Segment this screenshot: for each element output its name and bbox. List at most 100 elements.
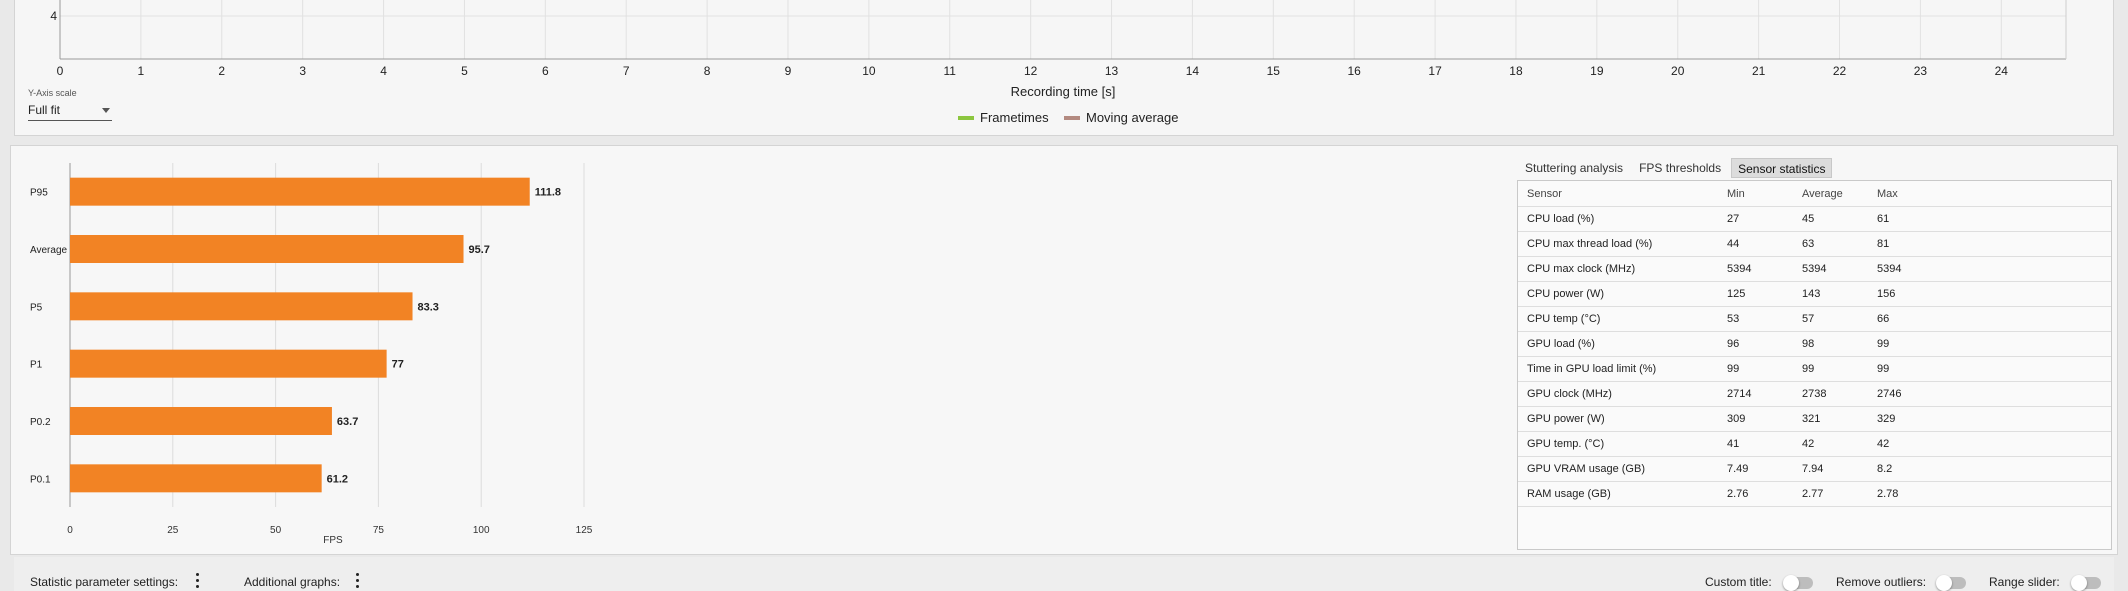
cell-max: 156 bbox=[1877, 288, 1896, 300]
cell-min: 41 bbox=[1727, 438, 1740, 450]
cell-min: 309 bbox=[1727, 413, 1746, 425]
cell-sensor: GPU power (W) bbox=[1527, 413, 1605, 425]
range-slider-label: Range slider: bbox=[1989, 575, 2060, 589]
tab-stuttering-analysis[interactable]: Stuttering analysis bbox=[1519, 158, 1629, 178]
frametimes-swatch-icon bbox=[958, 115, 974, 120]
cell-min: 44 bbox=[1727, 238, 1740, 250]
cell-sensor: CPU max clock (MHz) bbox=[1527, 263, 1636, 275]
x-axis-label: Recording time [s] bbox=[1011, 84, 1116, 99]
cell-max: 8.2 bbox=[1877, 463, 1893, 475]
sensor-statistics-table: Sensor Min Average Max CPU load (%) 27 45 6… bbox=[1517, 180, 2112, 550]
table-row: GPU clock (MHz) 2714 2738 2746 bbox=[1518, 381, 2111, 407]
x-tick-label: 1 bbox=[138, 64, 145, 78]
x-tick-label: 16 bbox=[1348, 64, 1362, 78]
statistic-parameter-settings-label: Statistic parameter settings: bbox=[30, 575, 179, 589]
category-label: P1 bbox=[30, 360, 43, 371]
cell-average: 321 bbox=[1802, 413, 1821, 425]
cell-max: 5394 bbox=[1877, 263, 1902, 275]
table-row: GPU load (%) 96 98 99 bbox=[1518, 331, 2111, 357]
table-row: CPU max thread load (%) 44 63 81 bbox=[1518, 231, 2111, 257]
cell-sensor: CPU temp (°C) bbox=[1527, 313, 1601, 325]
additional-graphs-menu-icon[interactable] bbox=[356, 573, 359, 589]
table-header-row: Sensor Min Average Max bbox=[1518, 181, 2111, 207]
table-row: CPU temp (°C) 53 57 66 bbox=[1518, 306, 2111, 332]
x-tick-label: 11 bbox=[944, 64, 957, 78]
cell-sensor: GPU VRAM usage (GB) bbox=[1527, 463, 1645, 475]
toggle-knob bbox=[2071, 575, 2087, 591]
cell-max: 61 bbox=[1877, 213, 1890, 225]
bar-p5 bbox=[70, 292, 413, 321]
table-row: GPU power (W) 309 321 329 bbox=[1518, 406, 2111, 432]
cell-min: 27 bbox=[1727, 213, 1740, 225]
statistic-settings-menu-icon[interactable] bbox=[196, 573, 199, 589]
chevron-down-icon bbox=[102, 108, 110, 113]
x-tick-label: 50 bbox=[270, 525, 282, 536]
cell-min: 125 bbox=[1727, 288, 1746, 300]
y-axis-scale-select[interactable]: Full fit bbox=[28, 101, 112, 121]
category-label: P5 bbox=[30, 302, 43, 313]
bar-p0-1 bbox=[70, 464, 322, 493]
cell-min: 53 bbox=[1727, 313, 1740, 325]
cell-min: 2.76 bbox=[1727, 488, 1749, 500]
y-tick-label: 4 bbox=[50, 9, 57, 23]
cell-sensor: Time in GPU load limit (%) bbox=[1527, 363, 1657, 375]
x-tick-label: 17 bbox=[1428, 64, 1442, 78]
legend-moving-average-label: Moving average bbox=[1086, 110, 1179, 125]
bar-average bbox=[70, 235, 464, 263]
x-tick-label: 6 bbox=[542, 64, 549, 78]
tab-sensor-statistics[interactable]: Sensor statistics bbox=[1731, 158, 1833, 178]
cell-sensor: CPU load (%) bbox=[1527, 213, 1595, 225]
range-slider-toggle[interactable] bbox=[2071, 575, 2101, 591]
plot-area bbox=[60, 0, 2066, 59]
table-row: GPU temp. (°C) 41 42 42 bbox=[1518, 431, 2111, 457]
x-tick-label: 100 bbox=[473, 525, 490, 536]
cell-max: 99 bbox=[1877, 363, 1890, 375]
x-tick-label: 4 bbox=[380, 64, 387, 78]
cell-average: 2738 bbox=[1802, 388, 1827, 400]
category-label: Average bbox=[30, 245, 68, 256]
x-tick-label: 19 bbox=[1590, 64, 1604, 78]
cell-average: 5394 bbox=[1802, 263, 1827, 275]
additional-graphs-label: Additional graphs: bbox=[244, 575, 341, 589]
x-tick-label: 21 bbox=[1752, 64, 1766, 78]
x-tick-label: 0 bbox=[67, 525, 73, 536]
cell-max: 81 bbox=[1877, 238, 1890, 250]
y-axis-scale-label: Y-Axis scale bbox=[28, 88, 77, 98]
x-tick-label: 20 bbox=[1671, 64, 1685, 78]
bar-p95 bbox=[70, 177, 530, 206]
x-tick-label: 9 bbox=[785, 64, 792, 78]
legend-moving-average[interactable]: Moving average bbox=[1064, 110, 1179, 125]
remove-outliers-toggle[interactable] bbox=[1936, 575, 1966, 591]
x-tick-label: 13 bbox=[1105, 64, 1119, 78]
col-header-sensor: Sensor bbox=[1527, 188, 1562, 200]
x-tick-label: 23 bbox=[1914, 64, 1928, 78]
x-tick-label: 125 bbox=[576, 525, 593, 536]
cell-average: 45 bbox=[1802, 213, 1815, 225]
category-label: P0.2 bbox=[30, 417, 51, 428]
col-header-min: Min bbox=[1727, 188, 1745, 200]
legend-frametimes[interactable]: Frametimes bbox=[958, 110, 1049, 125]
cell-max: 329 bbox=[1877, 413, 1896, 425]
value-label: 83.3 bbox=[418, 301, 439, 313]
table-row: Time in GPU load limit (%) 99 99 99 bbox=[1518, 356, 2111, 382]
bar-p1 bbox=[70, 349, 387, 378]
cell-average: 99 bbox=[1802, 363, 1815, 375]
table-row: CPU power (W) 125 143 156 bbox=[1518, 281, 2111, 307]
custom-title-toggle[interactable] bbox=[1783, 575, 1813, 591]
frametime-chart: 0 1 2 3 4 5 6 7 8 9 10 11 12 13 14 15 16 17 18 19 20 21 22 23 24… bbox=[50, 0, 2067, 99]
cell-average: 2.77 bbox=[1802, 488, 1824, 500]
cell-average: 42 bbox=[1802, 438, 1815, 450]
x-tick-label: 3 bbox=[299, 64, 306, 78]
remove-outliers-label: Remove outliers: bbox=[1836, 575, 1927, 589]
category-label: P95 bbox=[30, 188, 48, 199]
table-row: CPU load (%) 27 45 61 bbox=[1518, 206, 2111, 232]
table-row: CPU max clock (MHz) 5394 5394 5394 bbox=[1518, 256, 2111, 282]
value-label: 95.7 bbox=[469, 244, 490, 256]
x-tick-label: 18 bbox=[1509, 64, 1523, 78]
tab-fps-thresholds[interactable]: FPS thresholds bbox=[1633, 158, 1727, 178]
cell-max: 99 bbox=[1877, 338, 1890, 350]
table-row: RAM usage (GB) 2.76 2.77 2.78 bbox=[1518, 481, 2111, 507]
cell-min: 5394 bbox=[1727, 263, 1752, 275]
custom-title-label: Custom title: bbox=[1705, 575, 1772, 589]
category-label: P0.1 bbox=[30, 474, 51, 485]
